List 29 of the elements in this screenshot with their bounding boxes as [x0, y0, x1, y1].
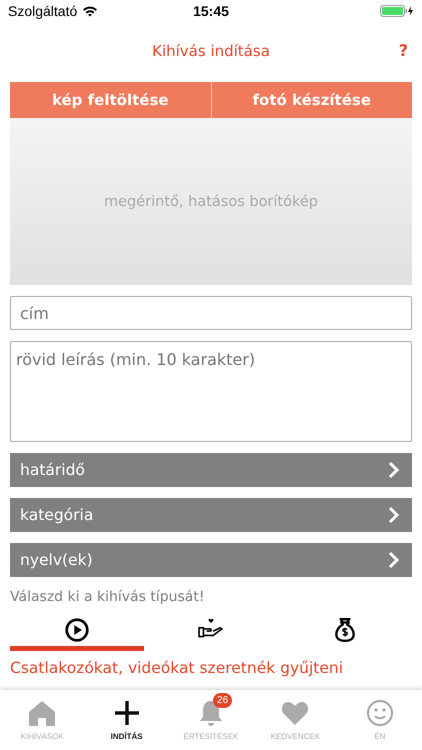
- title-field[interactable]: cím: [10, 296, 412, 330]
- tab-bar-item[interactable]: KIHÍVÁSOK: [0, 690, 84, 750]
- wifi-icon: [82, 5, 98, 17]
- tab-bar-item[interactable]: KEDVENCEK: [253, 690, 338, 750]
- type-prompt: Válaszd ki a kihívás típusát!: [10, 589, 206, 605]
- picker-row[interactable]: nyelv(ek): [10, 543, 412, 577]
- tab-bar-item[interactable]: INDÍTÁS: [84, 690, 169, 750]
- picker-row[interactable]: határidő: [10, 453, 412, 487]
- upload-option-button[interactable]: kép feltöltése: [10, 82, 210, 118]
- money-bag-icon: [332, 617, 358, 643]
- chevron-right-icon: [388, 551, 400, 569]
- picker-row[interactable]: kategória: [10, 498, 412, 532]
- help-button[interactable]: ?: [398, 41, 408, 60]
- chevron-right-icon: [388, 506, 400, 524]
- tab-bar-item[interactable]: ÉN: [338, 690, 422, 750]
- screen-title: Kihívás indítása: [152, 42, 270, 60]
- battery-icon: [380, 5, 414, 17]
- notification-badge: 26: [213, 693, 232, 708]
- tab-bar-item[interactable]: 26 ÉRTESÍTÉSEK: [168, 690, 254, 750]
- carrier-name: Szolgáltató: [8, 3, 78, 19]
- play-circle-icon: [64, 617, 90, 643]
- description-field[interactable]: rövid leírás (min. 10 karakter): [10, 341, 412, 442]
- home-icon: [27, 698, 58, 728]
- smiley-icon: [364, 698, 395, 728]
- type-description: Csatlakozókat, videókat szeretnék gyűjteni: [10, 659, 344, 677]
- clock-time: 15:45: [193, 3, 229, 19]
- chevron-right-icon: [388, 461, 400, 479]
- cover-placeholder: megérintő, hatásos borítókép: [104, 194, 318, 210]
- upload-option-button[interactable]: fotó készítése: [210, 82, 412, 118]
